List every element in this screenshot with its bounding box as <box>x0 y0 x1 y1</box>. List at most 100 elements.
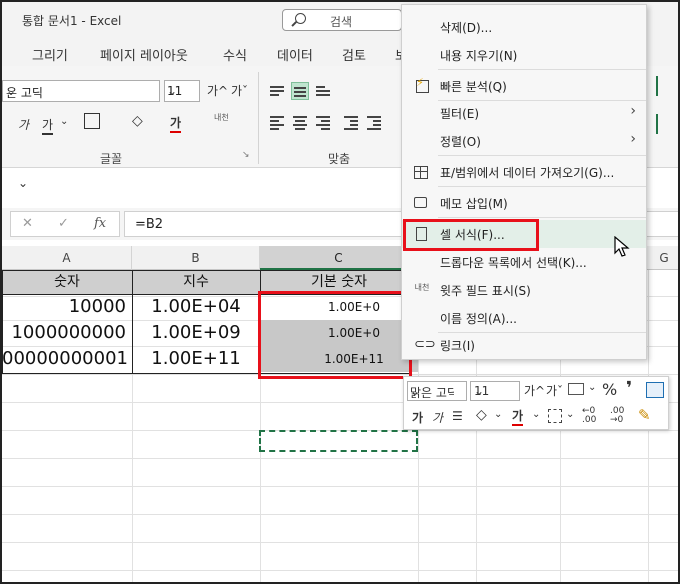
format-cells-highlight <box>403 219 539 251</box>
font-size-select[interactable]: 11 ⌄ <box>164 80 200 102</box>
menu-item-label: 이름 정의(A)... <box>440 312 517 326</box>
font-group-label: 글꼴 <box>100 152 123 166</box>
link-icon: ⊂⊃ <box>414 337 436 352</box>
chevron-down-icon: ⌄ <box>6 84 17 98</box>
menu-item-get-data-from-table[interactable]: 표/범위에서 데이터 가져오기(G)... <box>402 158 646 186</box>
chevron-down-icon: ⌄ <box>474 384 485 398</box>
mini-font-color-button[interactable]: 가 <box>512 407 524 426</box>
percent-style-button[interactable]: % <box>602 380 617 399</box>
menu-item-show-phonetic[interactable]: 내천 윗주 필드 표시(S) <box>402 276 646 304</box>
tab-formulas[interactable]: 수식 <box>223 45 247 64</box>
ribbon-edge-icon <box>656 114 666 134</box>
menu-item-label: 삭제(D)... <box>440 21 493 35</box>
menu-separator <box>438 69 646 70</box>
align-right-icon[interactable] <box>314 114 332 132</box>
menu-item-label: 드롭다운 목록에서 선택(K)... <box>440 256 587 270</box>
mini-italic-button[interactable]: 가 <box>432 409 443 426</box>
mini-borders-icon[interactable] <box>548 409 562 423</box>
phonetic-button[interactable]: 내천 <box>214 112 229 123</box>
underline-button[interactable]: 가 <box>42 116 54 135</box>
mini-bold-button[interactable]: 가 <box>412 409 423 426</box>
cancel-icon[interactable]: ✕ <box>22 216 33 231</box>
menu-item-pick-from-dropdown[interactable]: 드롭다운 목록에서 선택(K)... <box>402 248 646 276</box>
menu-item-label: 링크(I) <box>440 339 475 353</box>
grid-line <box>2 514 678 515</box>
mini-size-select[interactable]: 11 ⌄ <box>470 381 520 401</box>
chevron-down-icon[interactable]: ⌄ <box>588 382 596 393</box>
mini-grow-font-button[interactable]: 가^ <box>524 382 545 399</box>
menu-item-quick-analysis[interactable]: ⚡ 빠른 분석(Q) <box>402 72 646 100</box>
decrease-indent-icon[interactable] <box>342 114 360 132</box>
mini-shrink-font-button[interactable]: 가ˇ <box>546 382 563 399</box>
menu-item-clear-contents[interactable]: 내용 지우기(N) <box>402 41 646 69</box>
tab-review[interactable]: 검토 <box>342 45 366 64</box>
search-placeholder: 검색 <box>330 15 353 29</box>
align-left-icon[interactable] <box>268 114 286 132</box>
menu-item-insert-comment[interactable]: 메모 삽입(M) <box>402 189 646 217</box>
customize-qat-button[interactable]: ⌄ <box>18 176 28 190</box>
decrease-decimal-button[interactable]: .00 →0 <box>610 407 634 425</box>
comment-icon <box>414 197 427 208</box>
table-divider <box>132 270 133 374</box>
italic-button[interactable]: 가 <box>18 116 29 133</box>
menu-item-delete[interactable]: 삭제(D)... <box>402 13 646 41</box>
fill-color-icon[interactable]: ◇ <box>132 113 143 129</box>
column-header-c[interactable]: C <box>260 246 418 270</box>
dialog-launcher-icon[interactable]: ↘ <box>242 150 250 160</box>
chevron-down-icon[interactable]: ⌄ <box>60 116 68 127</box>
currency-format-icon[interactable] <box>568 383 584 395</box>
lightning-icon: ⚡ <box>416 76 424 89</box>
align-center-icon[interactable] <box>291 114 309 132</box>
align-middle-icon[interactable] <box>291 82 309 100</box>
increase-decimal-button[interactable]: ←0 .00 <box>582 407 606 425</box>
chevron-down-icon[interactable]: ⌄ <box>494 409 502 420</box>
formula-text: =B2 <box>135 217 164 232</box>
mini-toolbar: 맑은 고딕 ⌄ 11 ⌄ 가^ 가ˇ ⌄ % ❜ 가 가 ☰ ◇ ⌄ 가 ⌄ ⌄… <box>403 376 669 430</box>
format-painter-icon[interactable]: ✎ <box>638 406 651 424</box>
enter-icon[interactable]: ✓ <box>58 216 69 231</box>
insert-function-icon[interactable]: fx <box>94 216 106 231</box>
menu-item-label: 내용 지우기(N) <box>440 49 518 63</box>
tab-draw[interactable]: 그리기 <box>32 45 68 64</box>
search-icon <box>295 13 306 24</box>
copy-marquee <box>259 430 418 452</box>
format-table-icon[interactable] <box>646 382 664 398</box>
borders-icon[interactable] <box>84 113 100 129</box>
menu-item-link[interactable]: ⊂⊃ 링크(I) <box>402 331 646 359</box>
menu-item-label: 표/범위에서 데이터 가져오기(G)... <box>440 166 615 180</box>
grid-line <box>2 570 678 571</box>
mouse-cursor-icon <box>614 236 630 257</box>
mini-font-select[interactable]: 맑은 고딕 ⌄ <box>407 381 467 401</box>
comma-style-button[interactable]: ❜ <box>626 378 632 399</box>
increase-indent-icon[interactable] <box>365 114 383 132</box>
align-bottom-icon[interactable] <box>314 82 332 100</box>
chevron-down-icon: ⌄ <box>167 84 178 98</box>
menu-item-define-name[interactable]: 이름 정의(A)... <box>402 304 646 332</box>
mini-fill-color-icon[interactable]: ◇ <box>476 407 487 423</box>
mini-align-center-icon[interactable]: ☰ <box>452 409 463 423</box>
tab-page-layout[interactable]: 페이지 레이아웃 <box>100 45 188 64</box>
window-title: 통합 문서1 - Excel <box>22 14 122 28</box>
grid-line <box>2 542 678 543</box>
shrink-font-button[interactable]: 가ˇ <box>231 82 248 99</box>
menu-item-sort[interactable]: 정렬(O) › <box>402 127 646 155</box>
chevron-down-icon[interactable]: ⌄ <box>532 409 540 420</box>
search-box[interactable]: 검색 <box>282 9 402 31</box>
column-header-b[interactable]: B <box>132 246 260 270</box>
chevron-right-icon: › <box>630 103 636 119</box>
column-header-g[interactable]: G <box>647 246 678 270</box>
menu-item-filter[interactable]: 필터(E) › <box>402 99 646 127</box>
grow-font-button[interactable]: 가^ <box>207 82 228 99</box>
ribbon-divider <box>258 72 259 164</box>
font-name-select[interactable]: 은 고딕 ⌄ <box>2 80 160 102</box>
font-color-button[interactable]: 가 <box>170 114 182 133</box>
ribbon-edge-icon <box>656 76 666 96</box>
menu-item-label: 빠른 분석(Q) <box>440 80 507 94</box>
chevron-down-icon[interactable]: ⌄ <box>566 409 574 420</box>
selected-range-highlight <box>258 291 412 379</box>
menu-item-label: 메모 삽입(M) <box>440 197 508 211</box>
phonetic-icon: 내천 <box>414 283 430 292</box>
column-header-a[interactable]: A <box>2 246 132 270</box>
align-top-icon[interactable] <box>268 82 286 100</box>
tab-data[interactable]: 데이터 <box>277 45 313 64</box>
